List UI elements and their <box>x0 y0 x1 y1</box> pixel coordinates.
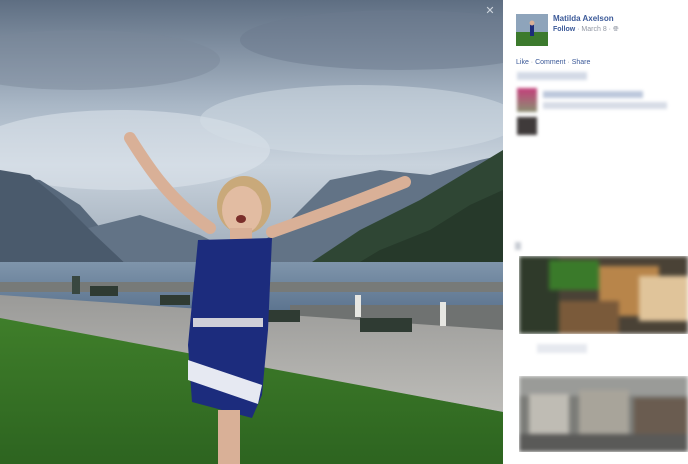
author-name[interactable]: Matilda Axelson <box>553 14 614 23</box>
redacted-caption <box>537 344 587 353</box>
redacted-label <box>515 242 521 250</box>
photo-sidebar: Matilda Axelson Follow · March 8 · 🌐︎ Li… <box>503 0 688 464</box>
globe-icon: 🌐︎ <box>612 26 619 33</box>
post-actions: Like · Comment · Share <box>516 59 590 66</box>
sponsored-thumbnail[interactable] <box>519 256 688 334</box>
post-meta: Follow · March 8 · 🌐︎ <box>553 26 619 34</box>
redacted-avatar <box>517 117 537 135</box>
like-link[interactable]: Like <box>516 59 529 66</box>
meta-separator: · <box>608 26 612 33</box>
sponsored-thumbnail[interactable] <box>519 376 688 452</box>
meta-separator: · <box>577 26 580 33</box>
comment-link[interactable]: Comment <box>535 59 565 66</box>
post-date[interactable]: March 8 <box>581 26 606 33</box>
avatar[interactable] <box>516 14 548 46</box>
action-separator: · <box>530 59 534 66</box>
redacted-comment-line <box>543 91 643 98</box>
redacted-avatar <box>517 88 537 112</box>
follow-button[interactable]: Follow <box>553 26 575 33</box>
action-separator: · <box>567 59 570 66</box>
main-photo <box>0 0 503 464</box>
photo-viewer[interactable]: ✕ <box>0 0 503 464</box>
redacted-comment-line <box>543 102 667 109</box>
close-icon[interactable]: ✕ <box>484 5 496 17</box>
redacted-like-line <box>517 72 587 80</box>
share-link[interactable]: Share <box>572 59 591 66</box>
